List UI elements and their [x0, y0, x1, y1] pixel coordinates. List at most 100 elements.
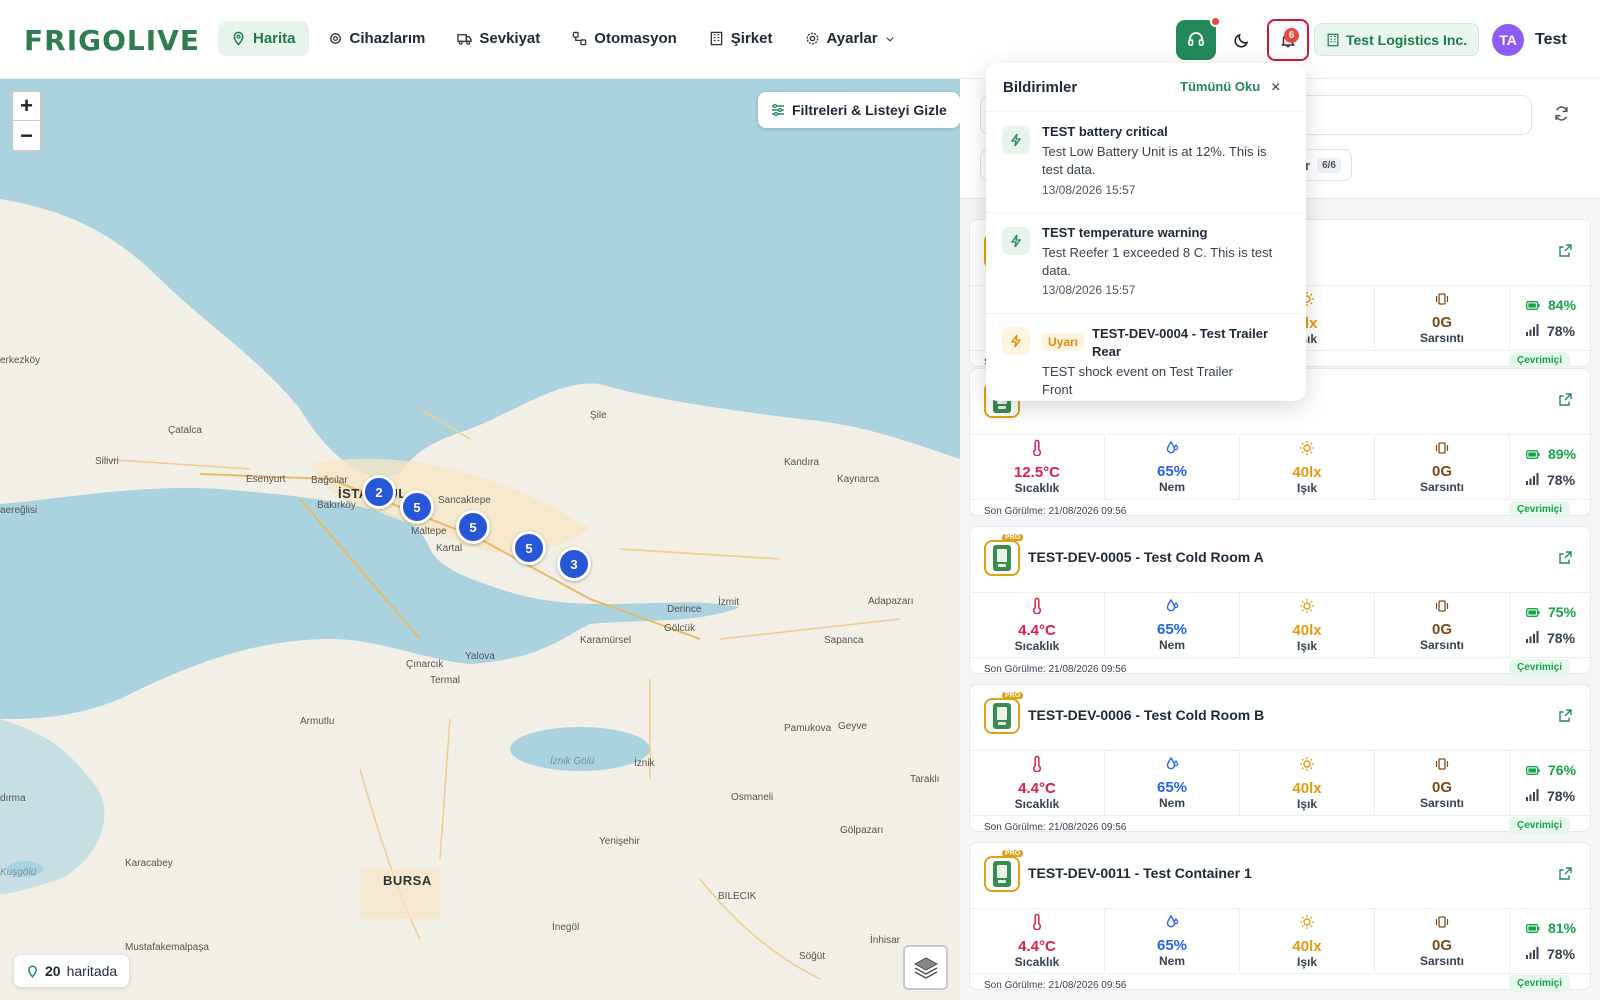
building-icon [710, 31, 723, 46]
map-place-label: Kaynarca [837, 474, 880, 485]
shock-label: Sarsıntı [1419, 479, 1464, 494]
shock-metric: 0G Sarsıntı [1375, 751, 1510, 815]
device-metrics: 12.5°C Sıcaklık 65% Nem 40lx Işık 0G Sarsıntı 89… [970, 434, 1592, 500]
nav-item-cihazlarim[interactable]: Cihazlarım [315, 21, 439, 56]
battery-value: 76% [1548, 762, 1577, 778]
sliders-icon [772, 103, 784, 117]
light-label: Işık [1296, 480, 1317, 495]
open-device-button[interactable] [1558, 551, 1572, 570]
humidity-metric: 65% Nem [1105, 435, 1240, 499]
shock-metric: 0G Sarsıntı [1375, 286, 1510, 350]
nav-item-harita[interactable]: Harita [218, 21, 309, 56]
map-cluster-marker[interactable]: 2 [362, 475, 396, 509]
humidity-metric: 65% Nem [1105, 909, 1240, 973]
device-card[interactable]: PRO TEST-DEV-0005 - Test Cold Room A 4.4°C… [969, 526, 1592, 676]
support-button[interactable] [1176, 20, 1216, 60]
humidity-value: 65% [1156, 621, 1188, 638]
shock-value: 0G [1431, 936, 1452, 954]
battery-metric: 76% [1526, 762, 1576, 778]
moon-icon [1234, 33, 1249, 48]
gear-icon [806, 32, 818, 45]
shock-metric: 0G Sarsıntı [1375, 435, 1510, 499]
open-device-button[interactable] [1558, 867, 1572, 886]
refresh-button[interactable] [1553, 105, 1570, 127]
signal-metric: 78% [1526, 472, 1575, 488]
map-place-label: Armutlu [300, 716, 335, 727]
map-place-label: Bakırköy [317, 500, 356, 511]
map-cluster-marker[interactable]: 5 [456, 510, 490, 544]
open-device-button[interactable] [1558, 244, 1572, 263]
map-place-label: Karamürsel [580, 635, 632, 646]
device-card[interactable]: PRO TEST-DEV-0006 - Test Cold Room B 4.4°C… [969, 684, 1592, 834]
shock-label: Sarsıntı [1419, 330, 1464, 345]
temperature-label: Sıcaklık [1014, 955, 1060, 969]
zoom-in-button[interactable]: + [13, 92, 40, 121]
nav-item-ayarlar[interactable]: Ayarlar [792, 21, 908, 56]
map-place-label: Çatalca [168, 425, 202, 436]
temperature-label: Sıcaklık [1014, 797, 1060, 811]
battery-value: 89% [1548, 446, 1577, 462]
nav-item-sirket[interactable]: Şirket [696, 21, 786, 56]
map-cluster-marker[interactable]: 3 [557, 547, 591, 581]
nav-item-otomasyon[interactable]: Otomasyon [559, 21, 690, 56]
battery-metric: 89% [1526, 446, 1576, 462]
company-selector[interactable]: Test Logistics Inc. [1314, 23, 1480, 56]
temperature-metric: 4.4°C Sıcaklık [970, 751, 1105, 815]
battery-metric: 75% [1526, 604, 1576, 620]
external-link-icon [1558, 709, 1572, 727]
bolt-icon [1002, 126, 1030, 154]
notifications-title: Bildirimler [1003, 79, 1078, 96]
company-name: Test Logistics Inc. [1346, 31, 1468, 48]
temperature-value: 4.4°C [1018, 938, 1056, 955]
status-badge: Çevrimiçi [1509, 817, 1571, 834]
user-avatar[interactable]: TA [1492, 24, 1524, 56]
mark-all-read-button[interactable]: Tümünü Oku [1180, 79, 1260, 94]
power-metrics: 84% 78% [1510, 286, 1592, 350]
humidity-value: 65% [1156, 779, 1188, 796]
toggle-filters-button[interactable]: Filtreleri & Listeyi Gizle [758, 92, 960, 128]
headset-icon [1188, 32, 1204, 46]
map-place-label: Yenişehir [599, 836, 640, 847]
device-icon [984, 856, 1020, 892]
frigolive-logo[interactable]: FRIGOLIVE [24, 22, 200, 58]
map-cluster-marker[interactable]: 5 [512, 531, 546, 565]
map-place-label: BILECIK [718, 891, 757, 902]
vibration-icon [1434, 292, 1450, 311]
device-card[interactable]: PRO TEST-DEV-0011 - Test Container 1 4.4°C… [969, 842, 1592, 992]
device-title: TEST-DEV-0005 - Test Cold Room A [1028, 549, 1264, 565]
user-name[interactable]: Test [1535, 31, 1567, 49]
open-device-button[interactable] [1558, 393, 1572, 412]
map-place-label: Sapanca [824, 635, 864, 646]
notification-item[interactable]: TEST battery critical Test Low Battery U… [986, 111, 1306, 212]
map-place-label: Şile [590, 410, 607, 421]
device-title: TEST-DEV-0011 - Test Container 1 [1028, 865, 1252, 881]
notification-item[interactable]: Uyarı TEST-DEV-0004 - Test Trailer Rear … [986, 313, 1306, 401]
on-map-count-label: haritada [66, 963, 118, 979]
humidity-label: Nem [1158, 638, 1185, 652]
map-view[interactable]: Şile Çatalca Silivri Esenyurt Bağcılar İ… [0, 79, 960, 1000]
bolt-icon [1002, 327, 1030, 355]
shock-value: 0G [1431, 462, 1452, 480]
open-device-button[interactable] [1558, 709, 1572, 728]
nav-item-sevkiyat[interactable]: Sevkiyat [444, 21, 553, 56]
pro-badge: PRO [1002, 850, 1024, 857]
signal-icon [1526, 323, 1539, 339]
map-cluster-marker[interactable]: 5 [400, 490, 434, 524]
close-notifications-button[interactable]: × [1271, 79, 1280, 97]
notification-item[interactable]: TEST temperature warning Test Reefer 1 e… [986, 212, 1306, 313]
map-place-label: Taraklı [910, 774, 940, 785]
theme-toggle-button[interactable] [1226, 24, 1258, 56]
map-place-label: Yalova [465, 651, 495, 662]
map-layers-button[interactable] [903, 945, 948, 990]
nav-label: Harita [253, 30, 296, 47]
signal-icon [1526, 630, 1539, 646]
zoom-out-button[interactable]: − [13, 121, 40, 150]
map-place-label: aereğlisi [0, 505, 38, 516]
notification-count-badge: 6 [1284, 28, 1299, 43]
notification-body: Test Reefer 1 exceeded 8 C. This is test… [1042, 245, 1273, 278]
map-place-label: Kuşgölü [0, 867, 37, 878]
light-label: Işık [1296, 954, 1317, 969]
nav-label: Otomasyon [594, 30, 677, 47]
map-place-label: Maltepe [411, 526, 447, 537]
notification-time: 13/08/2026 15:57 [1042, 183, 1136, 197]
